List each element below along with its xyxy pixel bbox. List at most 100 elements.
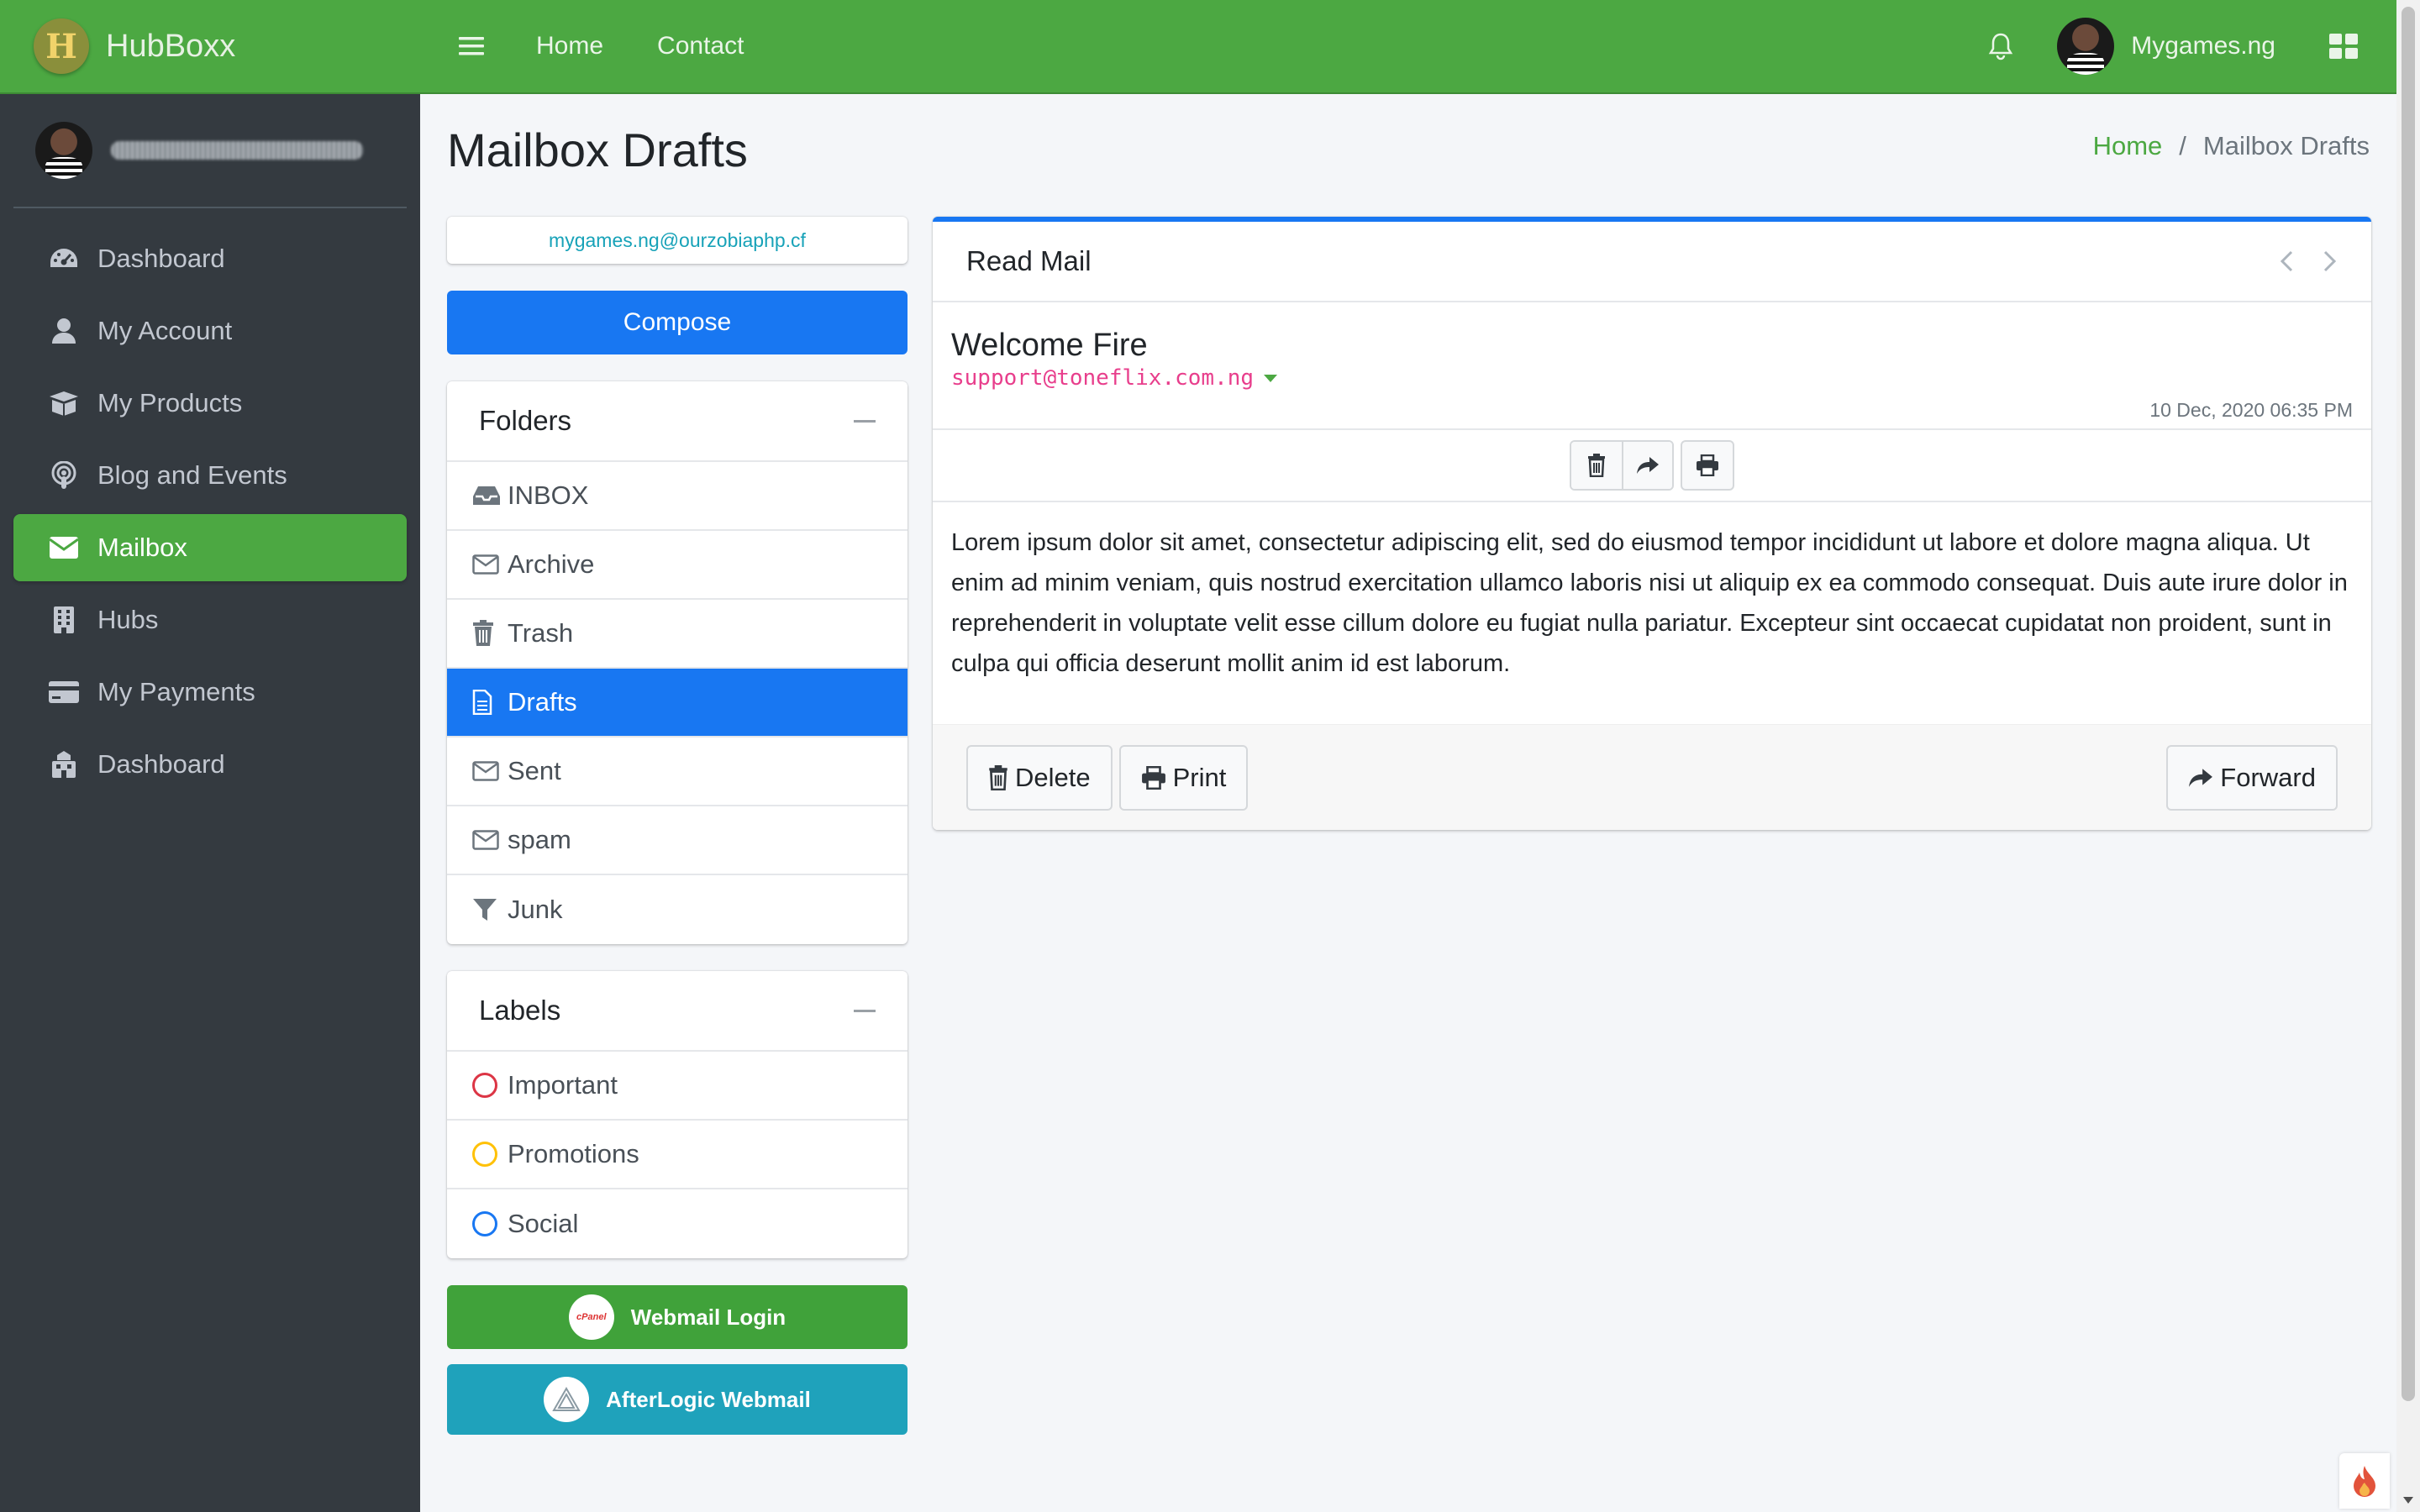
brand-link[interactable]: H HubBoxx — [0, 0, 420, 94]
delete-icon-button[interactable] — [1571, 442, 1622, 489]
breadcrumb-home-link[interactable]: Home — [2093, 131, 2163, 161]
label-ring-wrap — [472, 1073, 502, 1098]
filter-icon — [472, 897, 502, 922]
trash-icon — [989, 764, 1007, 790]
print-button[interactable]: Print — [1118, 744, 1249, 811]
user-panel[interactable] — [13, 94, 407, 208]
sidebar: H HubBoxx Dashboard My Account My Produc… — [0, 0, 420, 1512]
top-right-menu: Mygames.ng — [1988, 18, 2396, 75]
tachometer-icon — [47, 244, 81, 274]
sidebar-item-label: My Payments — [97, 677, 255, 706]
folders-card: Folders INBOX Archive Trash Drafts Sent … — [447, 381, 908, 944]
webmail-login-button[interactable]: cPanel Webmail Login — [447, 1285, 908, 1349]
label-item-promotions[interactable]: Promotions — [447, 1121, 908, 1189]
mail-body: Lorem ipsum dolor sit amet, consectetur … — [951, 529, 2348, 677]
chevron-right-icon[interactable] — [2323, 249, 2338, 273]
mail-subject: Welcome Fire — [951, 328, 1148, 363]
folder-label: spam — [508, 825, 571, 854]
folder-item-inbox[interactable]: INBOX — [447, 462, 908, 531]
afterlogic-logo — [544, 1377, 590, 1422]
chevron-left-icon[interactable] — [2279, 249, 2294, 273]
circle-outline-icon — [472, 1211, 497, 1236]
envelope-icon — [47, 533, 81, 563]
afterlogic-label: AfterLogic Webmail — [606, 1386, 811, 1412]
trash-icon — [472, 620, 502, 647]
circle-outline-icon — [472, 1142, 497, 1167]
sidebar-item-my-account[interactable]: My Account — [13, 297, 407, 365]
folder-label: INBOX — [508, 480, 589, 510]
folder-item-trash[interactable]: Trash — [447, 600, 908, 669]
label-text: Promotions — [508, 1139, 639, 1168]
mailbox-sidebar: mygames.ng@ourzobiaphp.cf Compose Folder… — [447, 217, 908, 1435]
user-avatar[interactable] — [2057, 18, 2115, 75]
sidebar-item-label: Dashboard — [97, 749, 225, 779]
folder-label: Junk — [508, 895, 563, 924]
delete-button[interactable]: Delete — [966, 744, 1113, 811]
top-navbar: Home Contact Mygames.ng — [420, 0, 2396, 94]
sidebar-item-label: My Account — [97, 316, 233, 345]
share-icon — [2189, 768, 2213, 787]
folder-item-archive[interactable]: Archive — [447, 531, 908, 600]
print-icon — [1141, 765, 1165, 790]
print-label: Print — [1172, 762, 1227, 792]
collapse-folders-button[interactable] — [854, 419, 876, 423]
breadcrumb: Home / Mailbox Drafts — [2093, 131, 2370, 161]
labels-card: Labels Important Promotions Social — [447, 971, 908, 1258]
scroll-down-arrow[interactable] — [2403, 1497, 2413, 1504]
label-item-social[interactable]: Social — [447, 1189, 908, 1258]
circle-outline-icon — [472, 1073, 497, 1098]
label-text: Important — [508, 1070, 618, 1100]
collapse-labels-button[interactable] — [854, 1009, 876, 1012]
folder-label: Archive — [508, 549, 595, 579]
mail-from-address: support@toneflix.com.ng — [951, 365, 1255, 391]
label-ring-wrap — [472, 1142, 502, 1167]
sidebar-item-label: Blog and Events — [97, 460, 287, 490]
forward-button[interactable]: Forward — [2166, 744, 2338, 811]
reply-share-icon-button[interactable] — [1622, 442, 1672, 489]
sidebar-nav: Dashboard My Account My Products Blog an… — [0, 208, 420, 798]
mail-from[interactable]: support@toneflix.com.ng — [951, 365, 2353, 391]
label-item-important[interactable]: Important — [447, 1052, 908, 1121]
sidebar-item-mailbox[interactable]: Mailbox — [13, 514, 407, 581]
main-content: Mailbox Drafts Home / Mailbox Drafts myg… — [420, 94, 2396, 1512]
breadcrumb-separator: / — [2179, 131, 2186, 160]
bell-icon[interactable] — [1988, 32, 2013, 60]
folder-item-junk[interactable]: Junk — [447, 875, 908, 944]
folder-label: Trash — [508, 618, 574, 648]
user-icon — [47, 316, 81, 346]
forward-label: Forward — [2220, 762, 2316, 792]
mail-pager — [2279, 249, 2338, 273]
flame-icon[interactable] — [2339, 1453, 2390, 1509]
sidebar-item-dashboard-2[interactable]: Dashboard — [13, 731, 407, 798]
nav-link-contact[interactable]: Contact — [657, 32, 744, 60]
nav-link-home[interactable]: Home — [536, 32, 603, 60]
folders-header: Folders — [447, 381, 908, 462]
breadcrumb-current: Mailbox Drafts — [2202, 131, 2370, 160]
folder-item-sent[interactable]: Sent — [447, 738, 908, 806]
read-mail-card: Read Mail Welcome Fire support@toneflix.… — [933, 217, 2371, 830]
mail-actions-group — [1570, 440, 1674, 491]
folder-label: Drafts — [508, 687, 577, 717]
envelope-outline-icon — [472, 830, 502, 850]
sidebar-item-blog-and-events[interactable]: Blog and Events — [13, 442, 407, 509]
delete-label: Delete — [1015, 762, 1091, 792]
sidebar-item-my-products[interactable]: My Products — [13, 370, 407, 437]
compose-button[interactable]: Compose — [447, 291, 908, 354]
page-scrollbar[interactable] — [2396, 0, 2420, 1512]
user-menu-name[interactable]: Mygames.ng — [2131, 32, 2275, 60]
scrollbar-thumb[interactable] — [2402, 7, 2415, 1401]
sidebar-item-label: My Products — [97, 388, 243, 417]
cpanel-logo: cPanel — [568, 1294, 614, 1340]
folder-item-drafts[interactable]: Drafts — [447, 669, 908, 738]
sidebar-item-hubs[interactable]: Hubs — [13, 586, 407, 654]
sidebar-item-label: Hubs — [97, 605, 159, 634]
menu-toggle-icon[interactable] — [459, 35, 486, 57]
afterlogic-webmail-button[interactable]: AfterLogic Webmail — [447, 1364, 908, 1435]
print-icon-button[interactable] — [1681, 440, 1734, 491]
sidebar-item-dashboard[interactable]: Dashboard — [13, 225, 407, 292]
avatar — [35, 122, 92, 179]
box-open-icon — [47, 388, 81, 418]
folder-item-spam[interactable]: spam — [447, 806, 908, 875]
grid-apps-icon[interactable] — [2329, 34, 2358, 59]
sidebar-item-my-payments[interactable]: My Payments — [13, 659, 407, 726]
